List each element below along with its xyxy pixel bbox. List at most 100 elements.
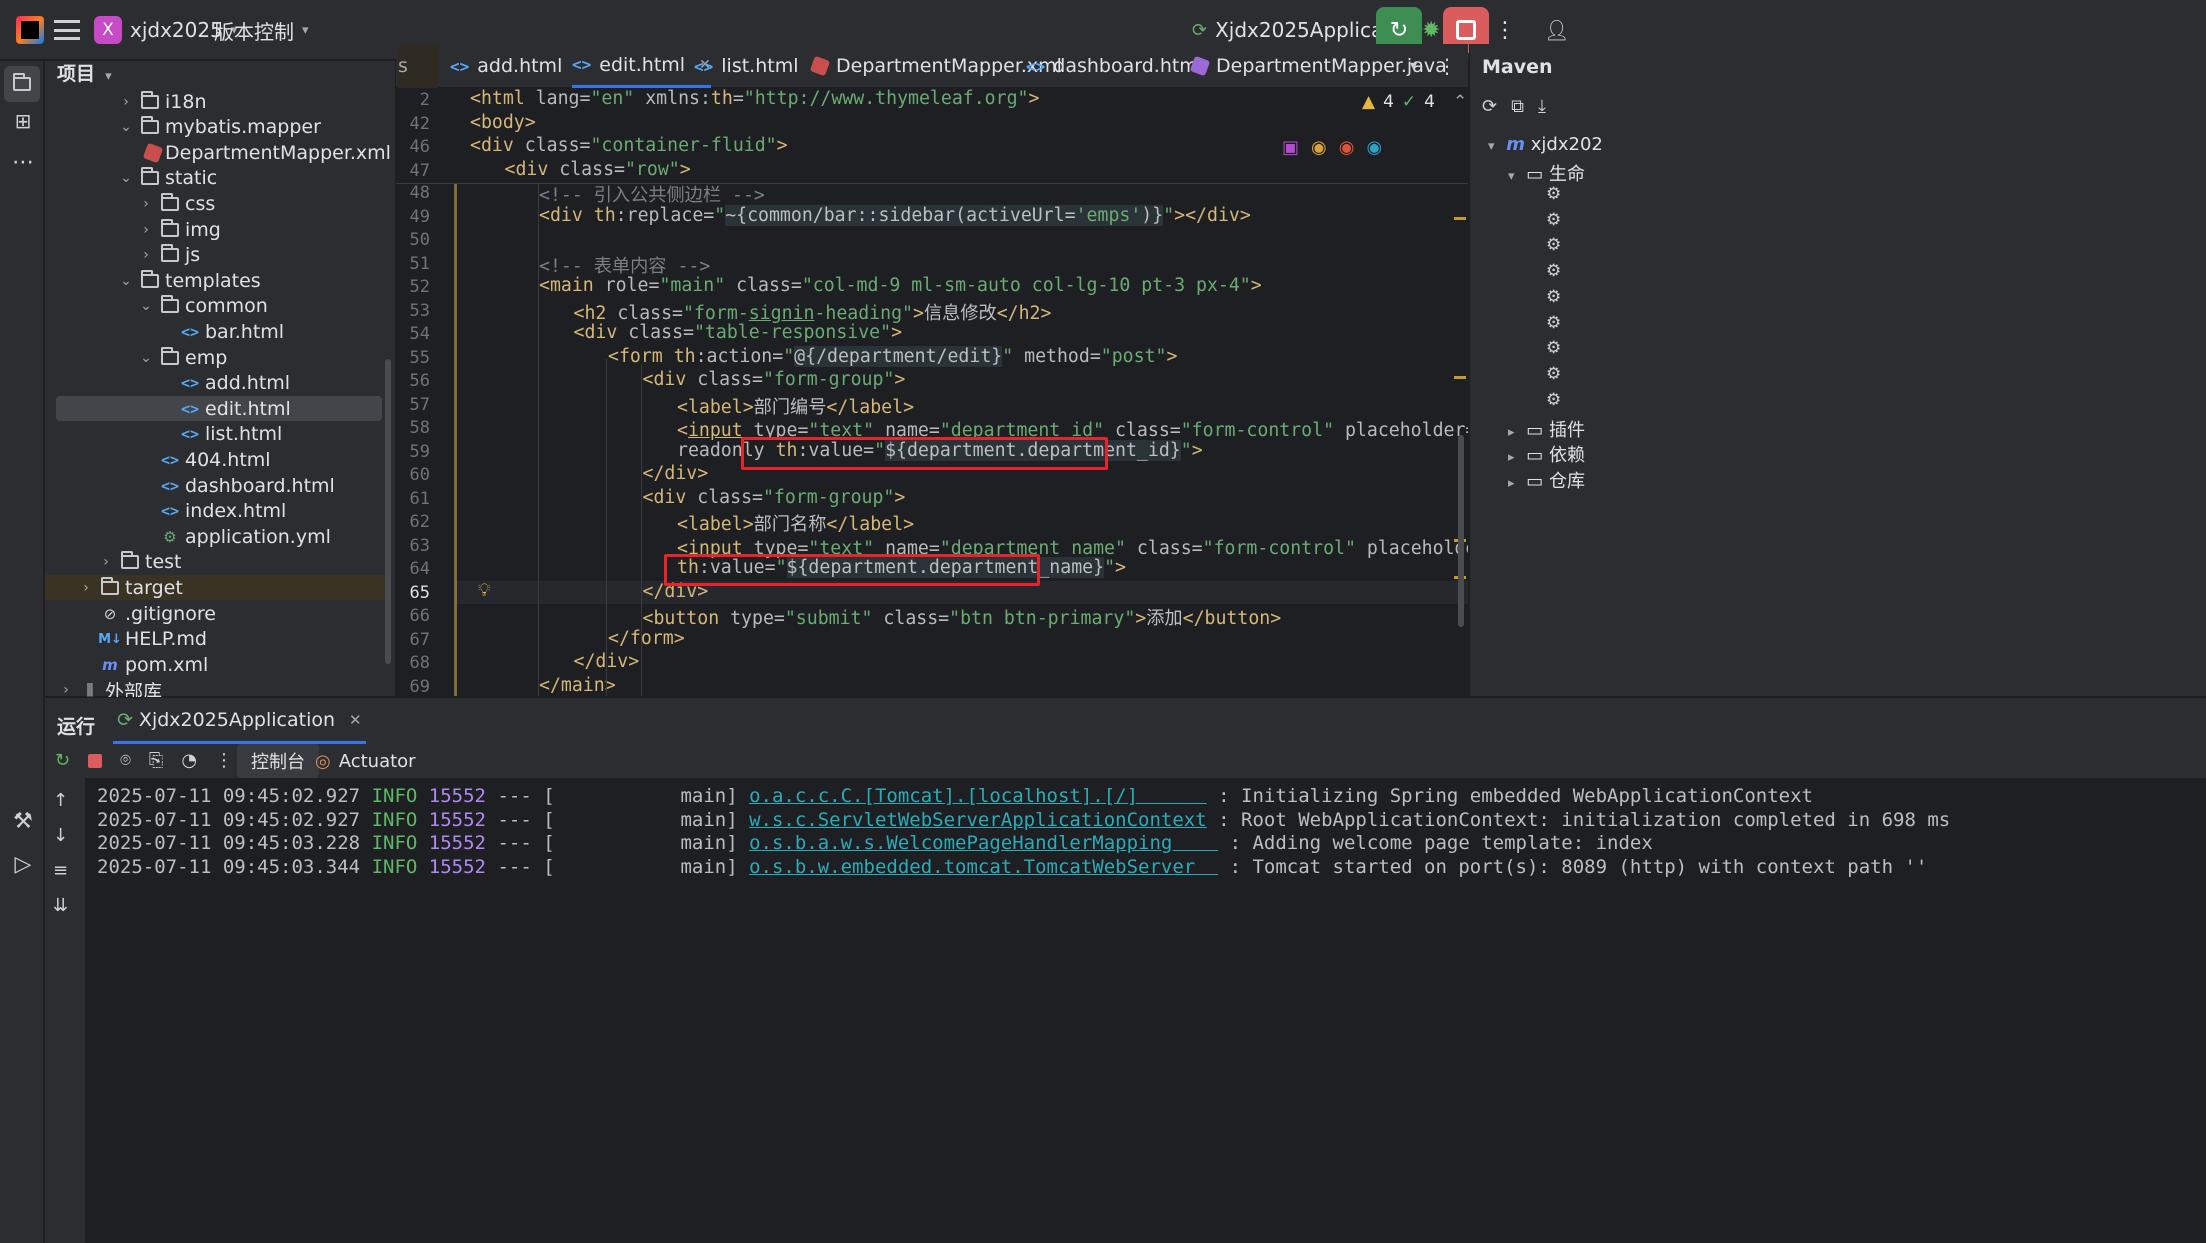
camera-icon[interactable]: ⌾: [120, 750, 131, 771]
log-logger[interactable]: o.s.b.a.w.s.WelcomePageHandlerMapping: [749, 832, 1218, 854]
scroll-to-end-icon[interactable]: ⇊: [53, 895, 68, 916]
arrow-down-icon[interactable]: ↓: [53, 825, 68, 846]
editor-tab[interactable]: <> list.html: [694, 44, 799, 88]
run-tool-button[interactable]: ▷: [8, 849, 38, 879]
tree-item[interactable]: ⌄ templates: [45, 268, 385, 293]
tree-item[interactable]: › target: [45, 575, 385, 601]
maven-deps-node[interactable]: ▸ ▭ 依赖: [1508, 441, 1585, 467]
code-editor[interactable]: 2 42 46 47 48 49 50 51 52 53 54 55 56 57 58 59 60 61 62 63 6…: [396, 89, 1468, 696]
tree-item[interactable]: ⊘ .gitignore: [45, 601, 385, 626]
log-logger[interactable]: w.s.c.ServletWebServerApplicationContext: [749, 809, 1207, 831]
more-vertical-icon[interactable]: ⋮: [1437, 54, 1457, 78]
project-panel-header[interactable]: 项目 ▾: [57, 59, 112, 86]
tree-item[interactable]: <> edit.html: [56, 396, 382, 422]
stop-icon[interactable]: [88, 753, 103, 768]
coverage-icon[interactable]: ◔: [181, 750, 197, 771]
log-logger[interactable]: o.a.c.c.C.[Tomcat].[localhost].[/]: [749, 785, 1207, 807]
build-tool-button[interactable]: ⚒: [8, 806, 38, 836]
chevron-right-icon[interactable]: ›: [59, 682, 73, 698]
tree-item[interactable]: ⌄ emp: [45, 345, 385, 370]
intellij-logo[interactable]: [16, 0, 44, 60]
reload-icon[interactable]: ⟳: [1482, 96, 1497, 117]
editor-tab[interactable]: s: [398, 44, 438, 88]
chevron-right-icon[interactable]: ›: [79, 580, 93, 596]
chevron-up-icon[interactable]: ⌃: [1453, 92, 1467, 112]
chevron-right-icon[interactable]: ›: [119, 94, 133, 110]
chevron-right-icon[interactable]: ›: [99, 554, 113, 570]
chevron-down-icon[interactable]: ⌄: [139, 298, 153, 314]
tree-item[interactable]: <> index.html: [45, 499, 385, 524]
lightbulb-icon[interactable]: 💡︎: [478, 580, 491, 601]
maven-repos-node[interactable]: ▸ ▭ 仓库: [1508, 467, 1585, 493]
firefox-icon[interactable]: ◉: [1339, 137, 1355, 158]
inspection-widget[interactable]: ▲4 ✓4 ⌃ ⌄: [1362, 92, 1468, 112]
more-vertical-icon[interactable]: ⋮: [215, 750, 233, 771]
editor-tab[interactable]: <> add.html: [450, 44, 562, 88]
editor-tab[interactable]: <> edit.html ✕: [572, 44, 711, 88]
maven-plugins-node[interactable]: ▸ ▭ 插件: [1508, 416, 1585, 442]
tree-item[interactable]: <> list.html: [45, 422, 385, 447]
tree-item[interactable]: ⚙ application.yml: [45, 524, 385, 549]
maven-goal-icon[interactable]: ⚙: [1546, 287, 1561, 307]
soft-wrap-icon[interactable]: ≡: [53, 860, 68, 881]
editor-tab[interactable]: DepartmentMapper.xml: [809, 44, 1062, 88]
intellij-browser-icon[interactable]: ▣: [1282, 137, 1299, 158]
chevron-right-icon[interactable]: ›: [139, 247, 153, 263]
reimport-folder-icon[interactable]: ⧉: [1511, 96, 1524, 117]
tree-item[interactable]: <> bar.html: [45, 319, 385, 344]
chevron-down-icon[interactable]: ⌄: [119, 170, 133, 186]
main-menu-button[interactable]: [54, 0, 80, 60]
console-tab[interactable]: 控制台: [237, 744, 319, 778]
editor-scrollbar[interactable]: [1458, 435, 1464, 627]
tree-item[interactable]: ⌄ mybatis.mapper: [45, 115, 385, 140]
actuator-tab[interactable]: ◎ Actuator: [315, 744, 416, 778]
chevron-right-icon[interactable]: ›: [139, 196, 153, 212]
tree-scrollbar[interactable]: [385, 359, 391, 664]
tree-item[interactable]: ⌄ common: [45, 294, 385, 319]
editor-tab[interactable]: DepartmentMapper.java: [1189, 44, 1447, 88]
maven-goal-icon[interactable]: ⚙: [1546, 390, 1561, 410]
tree-item[interactable]: m pom.xml: [45, 652, 385, 677]
maven-goal-icon[interactable]: ⚙: [1546, 210, 1561, 230]
console-output[interactable]: 2025-07-11 09:45:02.927 INFO 15552 --- […: [85, 778, 2206, 1243]
maven-goal-icon[interactable]: ⚙: [1546, 364, 1561, 384]
tree-item[interactable]: DepartmentMapper.xml: [45, 140, 391, 165]
download-icon[interactable]: ⤓: [1538, 96, 1546, 117]
close-icon[interactable]: ✕: [349, 711, 362, 729]
maven-project-node[interactable]: ▾ m xjdx202: [1488, 134, 1603, 155]
maven-goal-icon[interactable]: ⚙: [1546, 313, 1561, 333]
more-tools-button[interactable]: ⋯: [8, 147, 38, 177]
chevron-right-icon[interactable]: ›: [139, 222, 153, 238]
tree-item[interactable]: <> dashboard.html: [45, 473, 385, 498]
tree-item[interactable]: › i18n: [45, 89, 385, 114]
tree-item[interactable]: › img: [45, 217, 385, 242]
rerun-icon[interactable]: ↻: [55, 750, 70, 771]
chevron-down-icon[interactable]: ⌄: [119, 273, 133, 289]
warning-stripe[interactable]: [1454, 376, 1466, 379]
project-tool-button[interactable]: [4, 66, 40, 102]
restore-layout-icon[interactable]: ⎘: [149, 750, 163, 771]
chevron-down-icon[interactable]: ⌄: [139, 350, 153, 366]
chrome-icon[interactable]: ◉: [1311, 137, 1327, 158]
vcs-menu[interactable]: 版本控制 ▾: [214, 0, 309, 60]
maven-goal-icon[interactable]: ⚙: [1546, 338, 1561, 358]
run-tab[interactable]: ⟳ Xjdx2025Application ✕: [113, 698, 366, 744]
warning-stripe[interactable]: [1454, 217, 1466, 220]
edge-icon[interactable]: ◉: [1366, 137, 1382, 158]
log-logger[interactable]: o.s.b.w.embedded.tomcat.TomcatWebServer: [749, 856, 1218, 878]
editor-tab[interactable]: <> dashboard.html: [1026, 44, 1203, 88]
structure-tool-button[interactable]: ⊞: [8, 106, 38, 136]
chevron-down-icon[interactable]: ⌄: [119, 119, 133, 135]
maven-goal-icon[interactable]: ⚙: [1546, 184, 1561, 204]
tree-item[interactable]: › test: [45, 550, 385, 575]
tree-item[interactable]: › js: [45, 243, 385, 268]
arrow-up-icon[interactable]: ↑: [53, 790, 68, 811]
maven-goal-icon[interactable]: ⚙: [1546, 235, 1561, 255]
tree-item[interactable]: › css: [45, 191, 385, 216]
tree-item[interactable]: M↓ HELP.md: [45, 627, 385, 652]
tree-item[interactable]: <> 404.html: [45, 447, 385, 472]
tabs-dropdown-icon[interactable]: ▾: [1410, 58, 1417, 74]
maven-goal-icon[interactable]: ⚙: [1546, 261, 1561, 281]
maven-lifecycle-node[interactable]: ▾ ▭ 生命: [1508, 160, 1585, 186]
tree-item[interactable]: <> add.html: [45, 371, 385, 396]
